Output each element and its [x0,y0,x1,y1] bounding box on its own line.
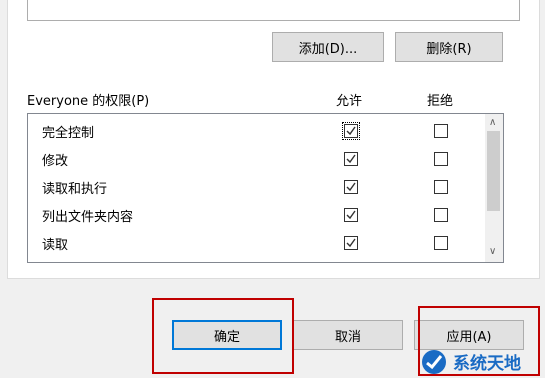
permission-label: 修改 [42,154,69,169]
permission-row: 读取 [28,229,483,257]
permissions-scrollbar[interactable]: ∧ ∨ [485,114,503,262]
deny-checkbox[interactable] [434,124,448,138]
permission-row: 完全控制 [28,117,483,145]
remove-button[interactable]: 删除(R) [395,32,503,62]
allow-column-header: 允许 [336,94,363,109]
checkmark-icon [346,210,356,220]
permission-row: 修改 [28,145,483,173]
watermark-logo-icon [422,349,446,374]
watermark-text: 系统天地 [453,354,521,374]
scroll-down-icon[interactable]: ∨ [489,247,496,257]
allow-checkbox[interactable] [344,180,358,194]
permission-row: 读取和执行 [28,173,483,201]
allow-checkbox[interactable] [344,236,358,250]
checkmark-icon [346,238,356,248]
deny-checkbox[interactable] [434,208,448,222]
deny-column-header: 拒绝 [427,94,454,109]
allow-checkbox[interactable] [342,122,360,140]
deny-checkbox[interactable] [434,236,448,250]
checkmark-icon [346,126,356,136]
add-button[interactable]: 添加(D)... [272,32,384,62]
watermark: 系统天地 [421,345,545,378]
permissions-title: Everyone 的权限(P) [27,94,150,109]
deny-checkbox[interactable] [434,180,448,194]
highlight-box-ok [152,298,294,374]
deny-checkbox[interactable] [434,152,448,166]
allow-checkbox[interactable] [344,152,358,166]
permissions-list: 完全控制 修改 读取和执行 列出文件夹内容 读取 ∧ ∨ [27,113,504,263]
permission-label: 完全控制 [42,126,95,141]
permission-label: 列出文件夹内容 [42,210,134,225]
permission-label: 读取 [42,238,69,253]
checkmark-icon [346,182,356,192]
permission-label: 读取和执行 [42,182,108,197]
allow-checkbox[interactable] [344,208,358,222]
user-list-box[interactable] [27,0,520,21]
scroll-thumb[interactable] [487,131,500,211]
scroll-up-icon[interactable]: ∧ [489,118,496,128]
cancel-button[interactable]: 取消 [293,320,403,350]
permission-row-partial [28,257,483,262]
checkmark-icon [346,154,356,164]
permission-row: 列出文件夹内容 [28,201,483,229]
